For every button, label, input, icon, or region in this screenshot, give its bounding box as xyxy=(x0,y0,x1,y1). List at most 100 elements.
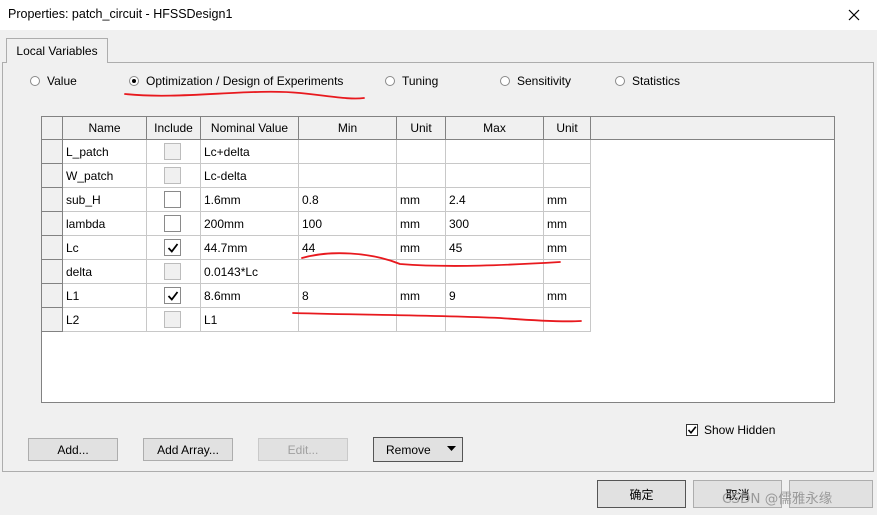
close-button[interactable] xyxy=(831,0,877,30)
col-header-include[interactable]: Include xyxy=(147,117,201,139)
add-button[interactable]: Add... xyxy=(28,438,118,461)
cell-min-unit[interactable]: mm xyxy=(397,284,446,308)
radio-label: Optimization / Design of Experiments xyxy=(146,74,344,88)
cell-max-unit[interactable]: mm xyxy=(544,236,591,260)
radio-optimization[interactable]: Optimization / Design of Experiments xyxy=(129,73,343,89)
cell-max-unit[interactable] xyxy=(544,140,591,164)
cell-max[interactable]: 9 xyxy=(446,284,544,308)
cell-min-unit[interactable] xyxy=(397,164,446,188)
cell-name[interactable]: L_patch xyxy=(63,140,147,164)
ok-button-label: 确定 xyxy=(629,487,654,502)
cell-max[interactable]: 45 xyxy=(446,236,544,260)
cell-min[interactable]: 8 xyxy=(299,284,397,308)
include-checkbox[interactable] xyxy=(164,191,181,208)
ok-button[interactable]: 确定 xyxy=(597,480,686,508)
cell-min[interactable] xyxy=(299,308,397,332)
edit-button[interactable]: Edit... xyxy=(258,438,348,461)
add-array-button-label: Add Array... xyxy=(157,442,219,457)
row-selector[interactable] xyxy=(42,164,63,188)
cell-min[interactable]: 44 xyxy=(299,236,397,260)
col-header-min-unit[interactable]: Unit xyxy=(397,117,446,139)
cell-name[interactable]: Lc xyxy=(63,236,147,260)
radio-icon xyxy=(500,76,510,86)
row-selector[interactable] xyxy=(42,236,63,260)
include-checkbox[interactable] xyxy=(164,263,181,280)
dropdown-arrow-icon xyxy=(447,446,456,451)
cell-max[interactable] xyxy=(446,308,544,332)
cell-nominal[interactable]: L1 xyxy=(201,308,299,332)
include-checkbox[interactable] xyxy=(164,215,181,232)
col-header-max[interactable]: Max xyxy=(446,117,544,139)
cell-nominal[interactable]: Lc-delta xyxy=(201,164,299,188)
cell-name[interactable]: delta xyxy=(63,260,147,284)
include-checkbox[interactable] xyxy=(164,311,181,328)
cell-nominal[interactable]: 200mm xyxy=(201,212,299,236)
cell-min-unit[interactable]: mm xyxy=(397,188,446,212)
col-header-max-unit[interactable]: Unit xyxy=(544,117,591,139)
cell-name[interactable]: L2 xyxy=(63,308,147,332)
variables-grid[interactable]: Name Include Nominal Value Min Unit Max … xyxy=(41,116,835,403)
col-header-min[interactable]: Min xyxy=(299,117,397,139)
row-selector[interactable] xyxy=(42,284,63,308)
cell-min[interactable]: 0.8 xyxy=(299,188,397,212)
cell-min[interactable] xyxy=(299,140,397,164)
cell-max-unit[interactable]: mm xyxy=(544,284,591,308)
cell-include xyxy=(147,188,201,212)
cell-nominal[interactable]: 1.6mm xyxy=(201,188,299,212)
cell-nominal[interactable]: 8.6mm xyxy=(201,284,299,308)
include-checkbox[interactable] xyxy=(164,287,181,304)
row-selector[interactable] xyxy=(42,188,63,212)
cell-max[interactable]: 2.4 xyxy=(446,188,544,212)
cell-max-unit[interactable] xyxy=(544,308,591,332)
tab-local-variables[interactable]: Local Variables xyxy=(6,38,108,63)
cell-nominal[interactable]: Lc+delta xyxy=(201,140,299,164)
cell-min-unit[interactable] xyxy=(397,140,446,164)
col-header-nominal[interactable]: Nominal Value xyxy=(201,117,299,139)
window-title: Properties: patch_circuit - HFSSDesign1 xyxy=(8,7,233,21)
cell-nominal[interactable]: 44.7mm xyxy=(201,236,299,260)
col-header-name[interactable]: Name xyxy=(63,117,147,139)
tab-label: Local Variables xyxy=(16,44,98,58)
cell-max[interactable]: 300 xyxy=(446,212,544,236)
cell-max[interactable] xyxy=(446,140,544,164)
radio-icon xyxy=(385,76,395,86)
show-hidden-checkbox[interactable]: Show Hidden xyxy=(686,423,775,437)
cell-nominal[interactable]: 0.0143*Lc xyxy=(201,260,299,284)
include-checkbox[interactable] xyxy=(164,167,181,184)
add-array-button[interactable]: Add Array... xyxy=(143,438,233,461)
cell-max-unit[interactable] xyxy=(544,164,591,188)
radio-value[interactable]: Value xyxy=(30,73,77,89)
radio-statistics[interactable]: Statistics xyxy=(615,73,680,89)
cell-name[interactable]: lambda xyxy=(63,212,147,236)
row-selector[interactable] xyxy=(42,140,63,164)
cell-min-unit[interactable]: mm xyxy=(397,212,446,236)
show-hidden-label: Show Hidden xyxy=(704,423,776,437)
radio-label: Sensitivity xyxy=(517,74,572,88)
cell-min-unit[interactable] xyxy=(397,260,446,284)
row-selector[interactable] xyxy=(42,212,63,236)
cell-min[interactable] xyxy=(299,260,397,284)
radio-sensitivity[interactable]: Sensitivity xyxy=(500,73,571,89)
cell-min[interactable] xyxy=(299,164,397,188)
radio-icon xyxy=(30,76,40,86)
cell-name[interactable]: W_patch xyxy=(63,164,147,188)
title-bar: Properties: patch_circuit - HFSSDesign1 xyxy=(0,0,877,30)
cell-include xyxy=(147,308,201,332)
checkmark-icon xyxy=(167,243,179,253)
row-selector[interactable] xyxy=(42,260,63,284)
cell-min[interactable]: 100 xyxy=(299,212,397,236)
radio-tuning[interactable]: Tuning xyxy=(385,73,438,89)
include-checkbox[interactable] xyxy=(164,143,181,160)
cell-max[interactable] xyxy=(446,164,544,188)
cell-max-unit[interactable]: mm xyxy=(544,212,591,236)
row-selector[interactable] xyxy=(42,308,63,332)
cell-name[interactable]: L1 xyxy=(63,284,147,308)
cell-min-unit[interactable]: mm xyxy=(397,236,446,260)
remove-button[interactable]: Remove xyxy=(373,437,463,462)
cell-name[interactable]: sub_H xyxy=(63,188,147,212)
include-checkbox[interactable] xyxy=(164,239,181,256)
cell-min-unit[interactable] xyxy=(397,308,446,332)
cell-max[interactable] xyxy=(446,260,544,284)
cell-max-unit[interactable]: mm xyxy=(544,188,591,212)
cell-max-unit[interactable] xyxy=(544,260,591,284)
